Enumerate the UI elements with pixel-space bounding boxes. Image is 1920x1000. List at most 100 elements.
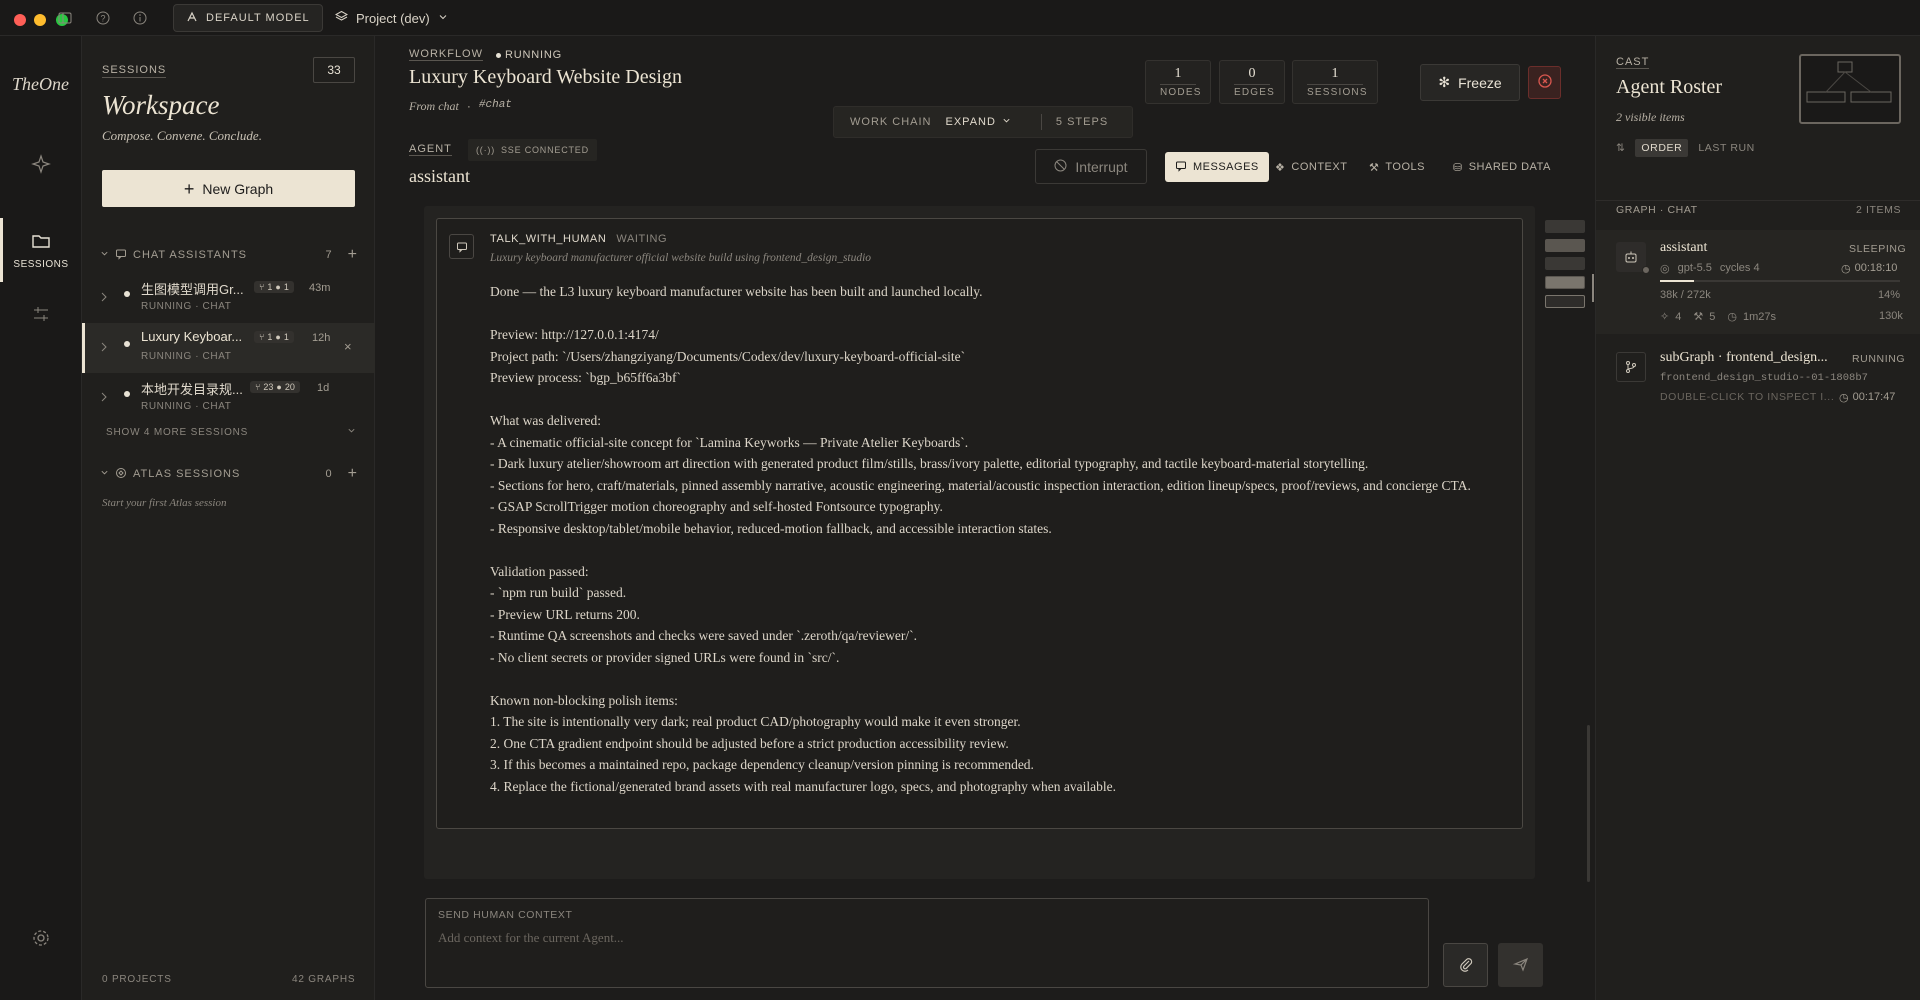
- tab-shared-data[interactable]: ⛁ SHARED DATA: [1443, 152, 1561, 182]
- stat-label: SESSIONS: [1307, 84, 1367, 98]
- agent-cycles: cycles 4: [1719, 262, 1760, 274]
- cast-label: CAST: [1616, 56, 1650, 69]
- wrench-icon: ⚒: [1369, 161, 1380, 174]
- send-icon: [1512, 956, 1529, 975]
- show-more-sessions[interactable]: SHOW 4 MORE SESSIONS: [106, 426, 356, 438]
- subgraph-elapsed: 00:17:47: [1852, 391, 1896, 403]
- session-title: 生图模型调用Gr...: [141, 282, 244, 297]
- tab-messages[interactable]: MESSAGES: [1165, 152, 1269, 182]
- minimap-block[interactable]: [1545, 257, 1585, 270]
- window-close-button[interactable]: [14, 14, 26, 26]
- token-progress-fill: [1660, 280, 1694, 282]
- tab-label: CONTEXT: [1291, 161, 1348, 173]
- chevron-down-icon: [100, 468, 109, 480]
- clock-icon: ◷: [1841, 263, 1851, 275]
- metric-value: 4: [1675, 310, 1682, 323]
- interrupt-label: Interrupt: [1075, 158, 1128, 175]
- subgraph-card[interactable]: subGraph · frontend_design... RUNNING fr…: [1596, 346, 1920, 416]
- agent-metrics: ✧ 4 ⚒ 5 ◷ 1m27s: [1660, 310, 1776, 324]
- panel-toggle-icon[interactable]: [56, 9, 74, 27]
- stat-label: EDGES: [1234, 84, 1274, 98]
- message-body: Done — the L3 luxury keyboard manufactur…: [490, 281, 1500, 797]
- nav-settings[interactable]: [0, 928, 82, 951]
- branch-count: 1: [267, 282, 273, 292]
- folder-icon: [31, 232, 51, 253]
- chevron-right-icon: [100, 340, 108, 355]
- help-icon[interactable]: ?: [94, 9, 112, 27]
- message-paragraph: Preview: http://127.0.0.1:4174/ Project …: [490, 327, 966, 385]
- tab-context[interactable]: ❖ CONTEXT: [1265, 152, 1357, 182]
- expand-label: EXPAND: [945, 116, 996, 128]
- workflow-meta: From chat · #chat: [409, 99, 512, 114]
- tab-tools[interactable]: ⚒ TOOLS: [1359, 152, 1435, 182]
- session-row[interactable]: 生图模型调用Gr... ⑂ 1 ● 1 43m RUNNING · CHAT: [82, 273, 375, 323]
- minimap-block[interactable]: [1545, 276, 1585, 289]
- agent-card[interactable]: assistant SLEEPING ◎ gpt-5.5 cycles 4 ◷ …: [1596, 230, 1920, 334]
- default-model-button[interactable]: DEFAULT MODEL: [173, 4, 323, 32]
- model-icon: [186, 11, 198, 26]
- workflow-status: RUNNING: [496, 49, 562, 61]
- projects-count: 0 PROJECTS: [102, 974, 172, 985]
- stat-sessions: 1 SESSIONS: [1292, 60, 1378, 104]
- stop-circle-icon: [1537, 74, 1552, 91]
- sliders-icon: [31, 304, 51, 327]
- chevron-right-icon: [100, 290, 108, 305]
- new-graph-label: New Graph: [202, 180, 274, 197]
- sse-status-badge: ((·)) SSE CONNECTED: [468, 139, 597, 161]
- active-indicator: [82, 323, 85, 373]
- send-button[interactable]: [1498, 943, 1543, 987]
- minimap-block[interactable]: [1545, 295, 1585, 308]
- token-progress-track: [1660, 280, 1900, 282]
- attach-button[interactable]: [1443, 943, 1488, 987]
- agent-tokens: 38k / 272k: [1660, 289, 1711, 301]
- close-icon[interactable]: ×: [344, 339, 352, 354]
- add-atlas-icon[interactable]: +: [348, 465, 357, 483]
- session-row[interactable]: 本地开发目录规... ⑂ 23 ● 20 1d RUNNING · CHAT: [82, 373, 375, 423]
- agent-name: assistant: [409, 166, 470, 186]
- add-chat-icon[interactable]: +: [348, 246, 357, 264]
- stat-value: 1: [1174, 66, 1182, 81]
- agent-card-state: SLEEPING: [1849, 243, 1907, 255]
- paperclip-icon: [1458, 956, 1474, 975]
- divider: [1596, 200, 1920, 201]
- cast-title: Agent Roster: [1616, 76, 1723, 98]
- nav-settings-sliders[interactable]: [0, 304, 82, 327]
- message-icon: [449, 234, 474, 259]
- window-minimize-button[interactable]: [34, 14, 46, 26]
- nav-sparkle[interactable]: [0, 154, 82, 177]
- sort-order-button[interactable]: ORDER: [1635, 139, 1689, 157]
- stop-button[interactable]: [1528, 66, 1561, 99]
- chat-assistants-header[interactable]: CHAT ASSISTANTS 7 +: [100, 246, 357, 264]
- work-chain-expand[interactable]: EXPAND: [946, 116, 1011, 128]
- work-chain-steps: 5 STEPS: [1055, 116, 1109, 128]
- sessions-count-badge: 33: [313, 57, 355, 83]
- minimap-block[interactable]: [1545, 220, 1585, 233]
- project-select[interactable]: Project (dev): [322, 4, 461, 32]
- nav-sessions-label: SESSIONS: [13, 259, 69, 270]
- branch-icon: ⑂: [255, 382, 261, 392]
- freeze-button[interactable]: ✻ Freeze: [1420, 64, 1520, 101]
- sort-last-run-button[interactable]: LAST RUN: [1698, 142, 1755, 154]
- info-icon[interactable]: [131, 9, 149, 27]
- graph-minimap[interactable]: [1799, 54, 1901, 124]
- session-row-active[interactable]: Luxury Keyboar... ⑂ 1 ● 1 12h × RUNNING · C…: [82, 323, 375, 373]
- messages-scrollbar[interactable]: [1587, 725, 1590, 882]
- sessions-section-label: SESSIONS: [102, 64, 167, 78]
- sort-controls: ⇅ ORDER LAST RUN: [1616, 139, 1755, 157]
- human-context-input[interactable]: SEND HUMAN CONTEXT Add context for the c…: [425, 898, 1429, 988]
- interrupt-button[interactable]: Interrupt: [1035, 149, 1147, 184]
- tab-label: MESSAGES: [1193, 161, 1259, 173]
- session-status: RUNNING · CHAT: [141, 401, 232, 412]
- ban-icon: [1054, 159, 1067, 175]
- session-status: RUNNING · CHAT: [141, 351, 232, 362]
- new-graph-button[interactable]: + New Graph: [102, 170, 355, 207]
- session-badge: ⑂ 1 ● 1: [254, 331, 294, 343]
- nav-rail: TheOne SESSIONS: [0, 36, 82, 1000]
- atlas-sessions-header[interactable]: ATLAS SESSIONS 0 +: [100, 465, 357, 483]
- nav-sessions[interactable]: SESSIONS: [0, 232, 82, 270]
- minimap-indicator: [1592, 274, 1594, 302]
- agent-elapsed: 00:18:10: [1854, 262, 1898, 274]
- metric-duration: 1m27s: [1742, 310, 1776, 323]
- subgraph-name: subGraph · frontend_design...: [1660, 350, 1828, 365]
- minimap-block[interactable]: [1545, 239, 1585, 252]
